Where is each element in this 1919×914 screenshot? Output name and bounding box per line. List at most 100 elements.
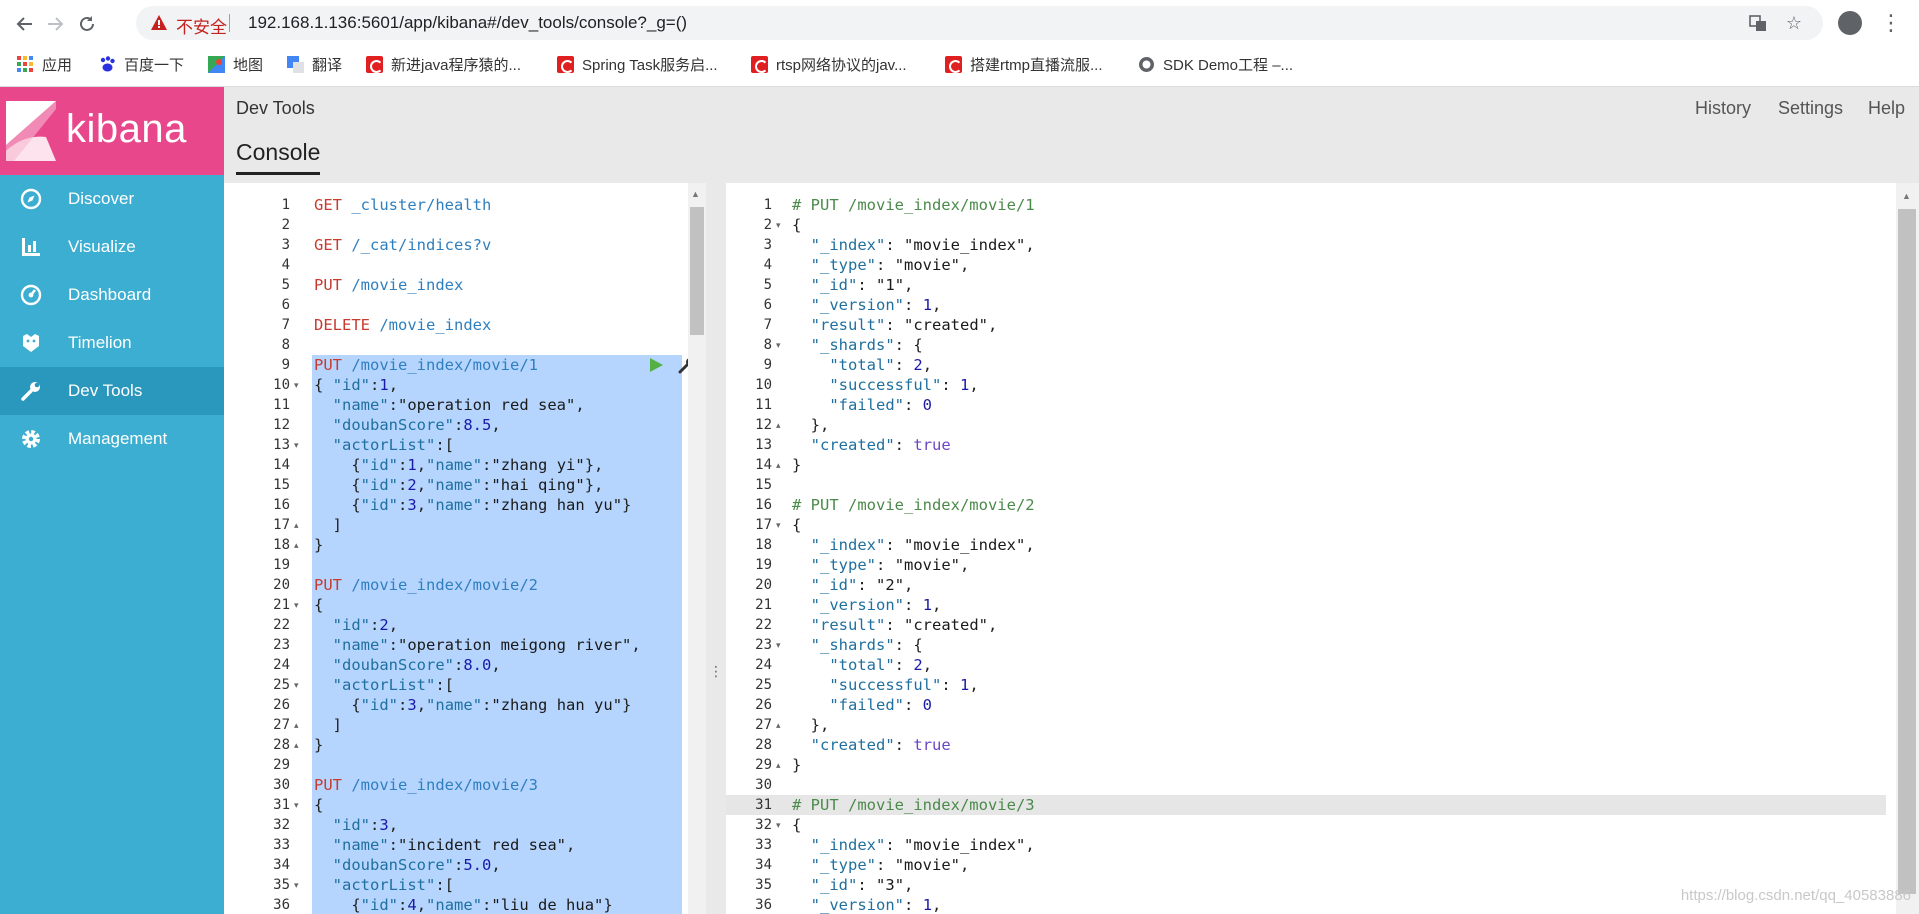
fold-toggle-icon[interactable]: ▾ bbox=[776, 815, 786, 835]
line-number: 15 bbox=[755, 477, 772, 493]
translate-icon[interactable] bbox=[1748, 13, 1768, 33]
sidebar-item-label: Management bbox=[68, 429, 168, 448]
sidebar-item-label: Dashboard bbox=[68, 285, 152, 304]
editor-scrollbar-thumb[interactable] bbox=[690, 207, 704, 335]
line-number: 20 bbox=[273, 577, 290, 593]
line-number: 18 bbox=[273, 537, 290, 553]
fold-toggle-icon[interactable]: ▴ bbox=[294, 735, 304, 755]
code-line: "total": 2, bbox=[829, 356, 933, 374]
fold-toggle-icon[interactable]: ▾ bbox=[294, 375, 304, 395]
insecure-label[interactable]: 不安全 bbox=[176, 13, 227, 38]
tab-console[interactable]: Console bbox=[236, 139, 321, 175]
bookmark-baidu[interactable]: 百度一下 bbox=[99, 54, 184, 74]
bookmark-sdk-demo[interactable]: SDK Demo工程 –... bbox=[1138, 54, 1293, 74]
bookmark-translate[interactable]: 翻译 bbox=[287, 54, 342, 74]
history-link[interactable]: History bbox=[1695, 98, 1751, 119]
forward-arrow-icon[interactable] bbox=[42, 11, 68, 37]
star-icon[interactable]: ☆ bbox=[1784, 13, 1804, 33]
code-line: GET _cluster/health bbox=[314, 196, 492, 214]
console-editor[interactable]: 1 GET _cluster/health 2 3 GET /_cat/indices?… bbox=[224, 183, 706, 914]
fold-toggle-icon[interactable]: ▾ bbox=[294, 675, 304, 695]
send-request-play-icon[interactable] bbox=[648, 357, 664, 373]
line-number: 16 bbox=[755, 497, 772, 513]
account-icon[interactable] bbox=[1838, 11, 1862, 35]
menu-icon[interactable]: ⋮ bbox=[1880, 9, 1902, 37]
fold-toggle-icon[interactable]: ▴ bbox=[776, 715, 786, 735]
console-output[interactable]: 1 # PUT /movie_index/movie/1 2 ▾{3 "_index"… bbox=[726, 183, 1919, 914]
code-line: "_id": "1", bbox=[810, 276, 914, 294]
fold-toggle-icon[interactable]: ▴ bbox=[776, 755, 786, 775]
fold-toggle-icon[interactable]: ▾ bbox=[776, 215, 786, 235]
line-number: 3 bbox=[281, 237, 290, 253]
compass-icon bbox=[20, 188, 42, 210]
sidebar-item-label: Visualize bbox=[68, 237, 136, 256]
line-number: 5 bbox=[763, 277, 772, 293]
code-line: "successful": 1, bbox=[829, 676, 979, 694]
fold-toggle-icon[interactable]: ▴ bbox=[294, 515, 304, 535]
line-number: 28 bbox=[755, 737, 772, 753]
url-text[interactable]: 192.168.1.136:5601/app/kibana#/dev_tools… bbox=[248, 13, 687, 33]
bookmark-map[interactable]: 地图 bbox=[208, 54, 263, 74]
browser-toolbar: 不安全 192.168.1.136:5601/app/kibana#/dev_t… bbox=[0, 0, 1919, 46]
sidebar-item-dev-tools[interactable]: Dev Tools bbox=[0, 367, 224, 415]
line-number: 21 bbox=[273, 597, 290, 613]
sidebar-item-dashboard[interactable]: Dashboard bbox=[0, 271, 224, 319]
sidebar-item-visualize[interactable]: Visualize bbox=[0, 223, 224, 271]
line-number: 36 bbox=[273, 897, 290, 913]
line-number: 11 bbox=[273, 397, 290, 413]
fold-toggle-icon[interactable]: ▴ bbox=[776, 415, 786, 435]
bookmark-csdn-3[interactable]: rtsp网络协议的jav... bbox=[751, 54, 907, 74]
fold-toggle-icon[interactable]: ▴ bbox=[294, 535, 304, 555]
reload-icon[interactable] bbox=[74, 11, 100, 37]
bookmark-csdn-2[interactable]: Spring Task服务启... bbox=[557, 54, 718, 74]
code-line: "created": true bbox=[810, 736, 951, 754]
watermark: https://blog.csdn.net/qq_40583886 bbox=[1680, 887, 1911, 904]
line-number: 28 bbox=[273, 737, 290, 753]
back-arrow-icon[interactable] bbox=[12, 11, 38, 37]
fold-toggle-icon[interactable]: ▾ bbox=[294, 435, 304, 455]
line-number: 31 bbox=[755, 797, 772, 813]
code-line: "doubanScore":8.5, bbox=[332, 416, 501, 434]
bookmark-csdn-4[interactable]: 搭建rtmp直播流服... bbox=[945, 54, 1103, 74]
fold-toggle-icon[interactable]: ▾ bbox=[294, 795, 304, 815]
scroll-up-arrow-icon[interactable]: ▲ bbox=[1902, 191, 1911, 201]
code-line: { bbox=[792, 816, 802, 834]
fold-toggle-icon[interactable]: ▾ bbox=[776, 635, 786, 655]
line-number: 18 bbox=[755, 537, 772, 553]
code-line: { bbox=[792, 516, 802, 534]
pane-resizer[interactable]: ⋮ bbox=[706, 183, 726, 914]
sidebar-item-management[interactable]: Management bbox=[0, 415, 224, 463]
line-number: 7 bbox=[281, 317, 290, 333]
sidebar-item-timelion[interactable]: Timelion bbox=[0, 319, 224, 367]
line-number: 32 bbox=[273, 817, 290, 833]
line-number: 25 bbox=[755, 677, 772, 693]
line-number: 34 bbox=[755, 857, 772, 873]
kibana-logo[interactable]: kibana bbox=[0, 87, 224, 175]
fold-toggle-icon[interactable]: ▾ bbox=[294, 595, 304, 615]
line-number: 32 bbox=[755, 817, 772, 833]
output-scrollbar-thumb[interactable] bbox=[1898, 209, 1916, 894]
line-number: 22 bbox=[755, 617, 772, 633]
fold-toggle-icon[interactable]: ▾ bbox=[294, 875, 304, 895]
bookmark-apps[interactable]: 应用 bbox=[17, 54, 72, 74]
fold-toggle-icon[interactable]: ▴ bbox=[294, 715, 304, 735]
settings-link[interactable]: Settings bbox=[1778, 98, 1843, 119]
line-number: 11 bbox=[755, 397, 772, 413]
bar-chart-icon bbox=[22, 238, 40, 256]
scroll-up-arrow-icon[interactable]: ▲ bbox=[691, 189, 700, 199]
bookmark-label: SDK Demo工程 –... bbox=[1163, 56, 1294, 74]
fold-toggle-icon[interactable]: ▾ bbox=[776, 515, 786, 535]
fold-toggle-icon[interactable]: ▴ bbox=[776, 455, 786, 475]
bookmark-csdn-1[interactable]: 新进java程序猿的... bbox=[366, 54, 521, 74]
line-number: 6 bbox=[281, 297, 290, 313]
code-line: "_type": "movie", bbox=[810, 256, 970, 274]
code-line: "name":"incident red sea", bbox=[332, 836, 576, 854]
sidebar-item-discover[interactable]: Discover bbox=[0, 175, 224, 223]
address-bar[interactable]: 不安全 192.168.1.136:5601/app/kibana#/dev_t… bbox=[136, 6, 1823, 40]
bookmark-label: 百度一下 bbox=[124, 56, 185, 74]
sidebar-item-label: Dev Tools bbox=[68, 381, 143, 400]
line-number: 14 bbox=[755, 457, 772, 473]
fold-toggle-icon[interactable]: ▾ bbox=[776, 335, 786, 355]
line-number: 24 bbox=[755, 657, 772, 673]
help-link[interactable]: Help bbox=[1868, 98, 1905, 119]
